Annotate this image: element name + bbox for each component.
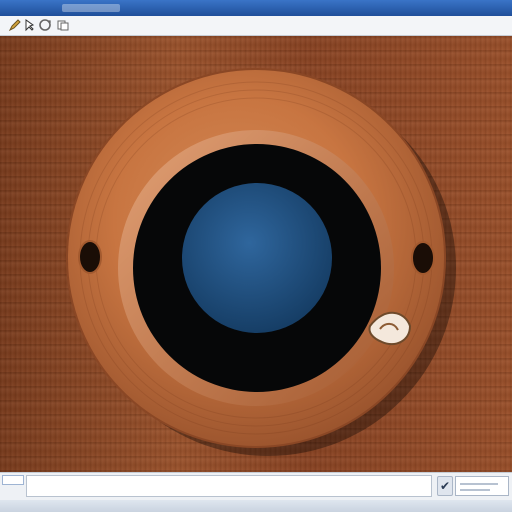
app-window: ✔ bbox=[0, 0, 512, 512]
status-panel bbox=[455, 476, 509, 496]
status-bar: ✔ bbox=[0, 472, 512, 500]
confirm-button[interactable]: ✔ bbox=[437, 476, 453, 496]
mount-hole-left bbox=[78, 240, 102, 274]
porthole-illustration bbox=[66, 68, 456, 456]
pencil-icon[interactable] bbox=[8, 18, 22, 32]
bottom-bar bbox=[0, 500, 512, 512]
window-title-placeholder bbox=[62, 4, 120, 12]
cursor-icon[interactable] bbox=[22, 18, 36, 32]
status-indicator bbox=[2, 475, 24, 485]
mount-hole-right bbox=[411, 241, 435, 275]
lens-center bbox=[182, 183, 332, 333]
toolbar bbox=[0, 16, 512, 36]
refresh-icon[interactable] bbox=[38, 18, 52, 32]
status-panel-line bbox=[460, 483, 498, 485]
canvas-area[interactable] bbox=[0, 36, 512, 472]
copy-icon[interactable] bbox=[56, 18, 70, 32]
title-bar bbox=[0, 0, 512, 16]
status-panel-line bbox=[460, 489, 490, 491]
status-field[interactable] bbox=[26, 475, 432, 497]
